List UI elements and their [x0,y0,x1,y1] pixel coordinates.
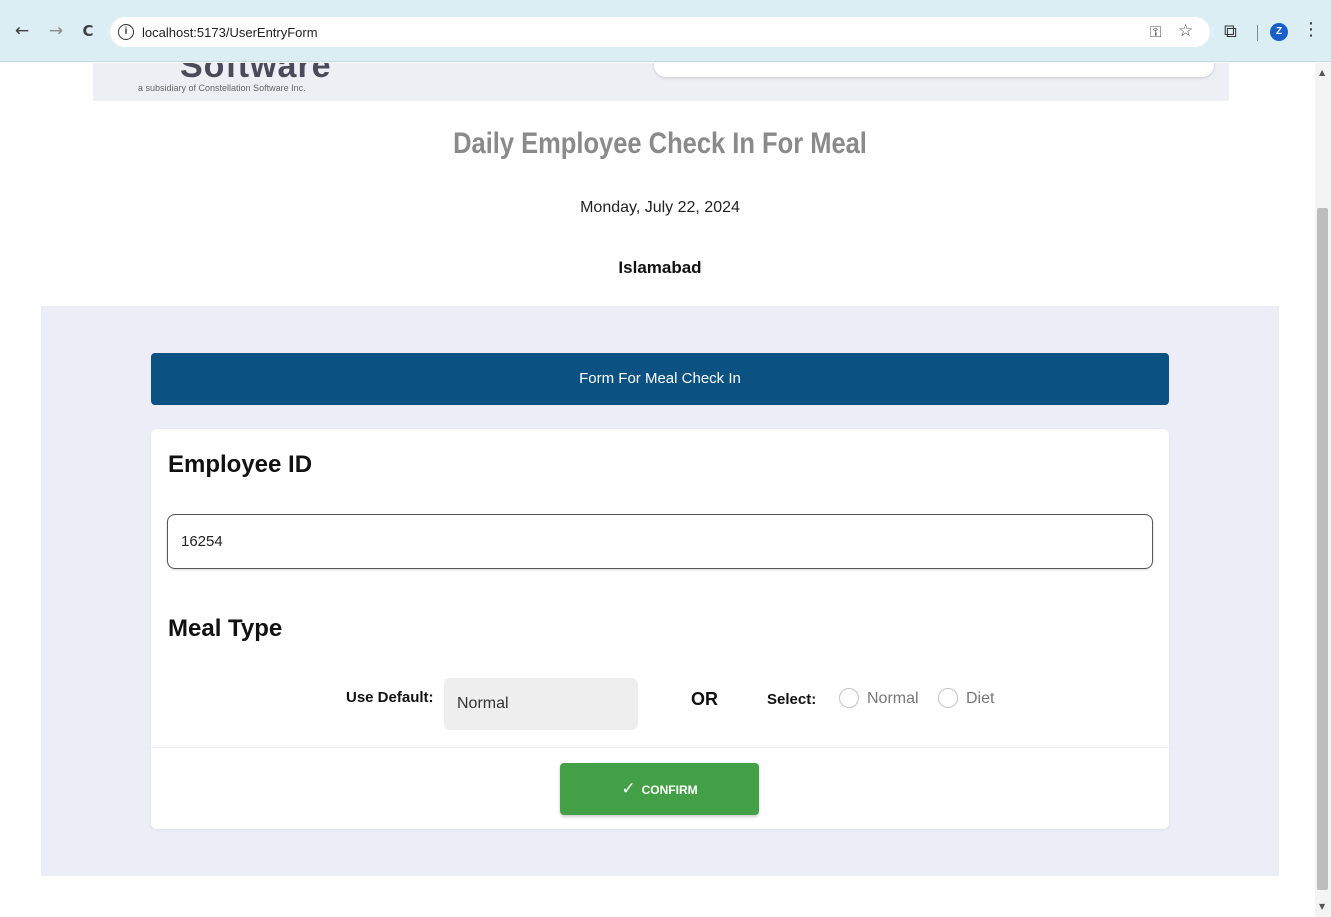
form-card: Employee ID Meal Type Use Default: Norma… [151,429,1169,829]
select-label: Select: [767,691,817,708]
use-default-label: Use Default: [346,689,434,706]
url-text[interactable]: localhost:5173/UserEntryForm [142,25,318,40]
scroll-up-arrow-icon[interactable]: ▲ [1319,68,1325,77]
browser-toolbar: ← → C i localhost:5173/UserEntryForm ⚿ ☆… [0,0,1331,62]
reload-icon[interactable]: C [74,16,102,46]
forward-arrow-icon[interactable]: → [42,16,70,46]
meal-type-label: Meal Type [168,615,283,642]
radio-diet-label[interactable]: Diet [966,690,994,708]
page-content: Software a subsidiary of Constellation S… [0,63,1315,917]
page-title: Daily Employee Check In For Meal [453,127,867,160]
password-key-icon[interactable]: ⚿ [1150,23,1161,41]
scroll-down-arrow-icon[interactable]: ▼ [1319,902,1325,911]
radio-normal[interactable] [839,688,859,708]
scrollbar-thumb[interactable] [1317,208,1328,890]
extensions-puzzle-icon[interactable]: ⧉ [1224,21,1237,42]
confirm-button[interactable]: ✓ CONFIRM [560,763,759,815]
site-info-icon[interactable]: i [118,24,134,40]
confirm-button-label: CONFIRM [641,783,698,797]
form-header: Form For Meal Check In [151,353,1169,405]
radio-diet[interactable] [938,688,958,708]
bookmark-star-icon[interactable]: ☆ [1178,21,1193,41]
form-section: Form For Meal Check In Employee ID Meal … [41,306,1279,876]
card-divider [151,747,1169,748]
employee-id-label: Employee ID [168,451,313,478]
employee-id-input[interactable] [167,514,1153,569]
page-location: Islamabad [618,258,702,277]
kebab-menu-icon[interactable]: ⋮ [1302,19,1320,40]
default-meal-value[interactable]: Normal [444,678,638,730]
profile-avatar[interactable]: Z [1270,23,1288,41]
back-arrow-icon[interactable]: ← [8,16,36,46]
address-bar[interactable]: i localhost:5173/UserEntryForm ⚿ ☆ [110,17,1210,47]
checkmark-icon: ✓ [621,779,636,799]
page-date: Monday, July 22, 2024 [580,199,740,216]
header-card [654,63,1214,77]
logo-tagline: a subsidiary of Constellation Software I… [138,83,306,93]
toolbar-separator [1257,25,1258,41]
radio-normal-label[interactable]: Normal [867,690,919,708]
or-label: OR [691,689,718,709]
